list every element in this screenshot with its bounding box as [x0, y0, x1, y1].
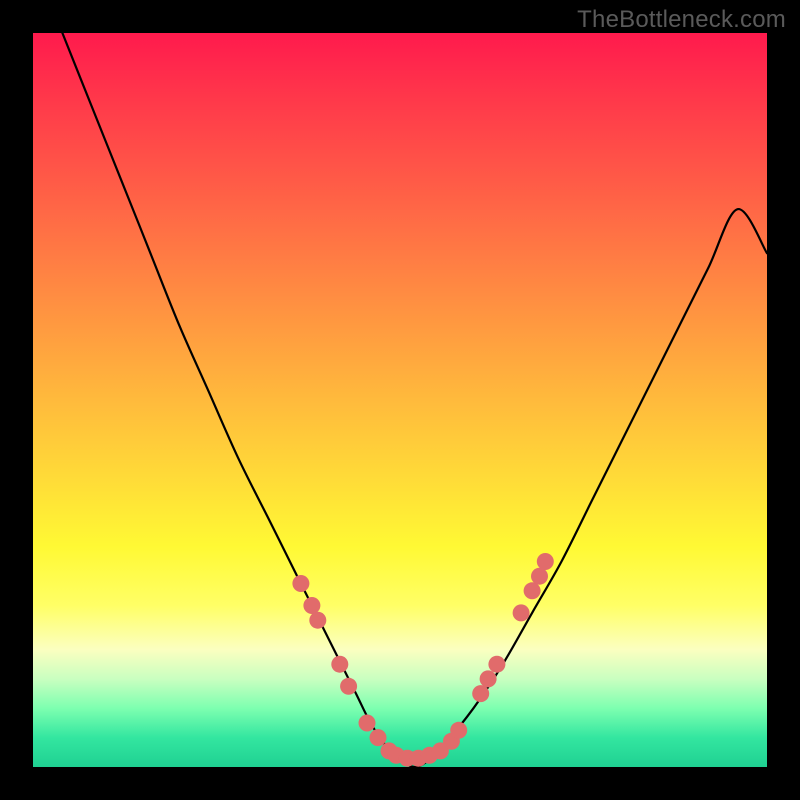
data-marker [537, 553, 554, 570]
plot-area [33, 33, 767, 767]
data-marker [450, 722, 467, 739]
marker-group [292, 553, 553, 767]
chart-frame: TheBottleneck.com [0, 0, 800, 800]
data-marker [531, 568, 548, 585]
data-marker [513, 604, 530, 621]
data-marker [292, 575, 309, 592]
data-marker [303, 597, 320, 614]
data-marker [331, 656, 348, 673]
data-marker [340, 678, 357, 695]
data-marker [309, 612, 326, 629]
bottleneck-curve [62, 33, 767, 767]
data-marker [359, 715, 376, 732]
data-marker [472, 685, 489, 702]
chart-svg [33, 33, 767, 767]
data-marker [524, 582, 541, 599]
data-marker [480, 670, 497, 687]
curve-group [62, 33, 767, 767]
attribution-text: TheBottleneck.com [577, 6, 786, 34]
data-marker [488, 656, 505, 673]
data-marker [370, 729, 387, 746]
